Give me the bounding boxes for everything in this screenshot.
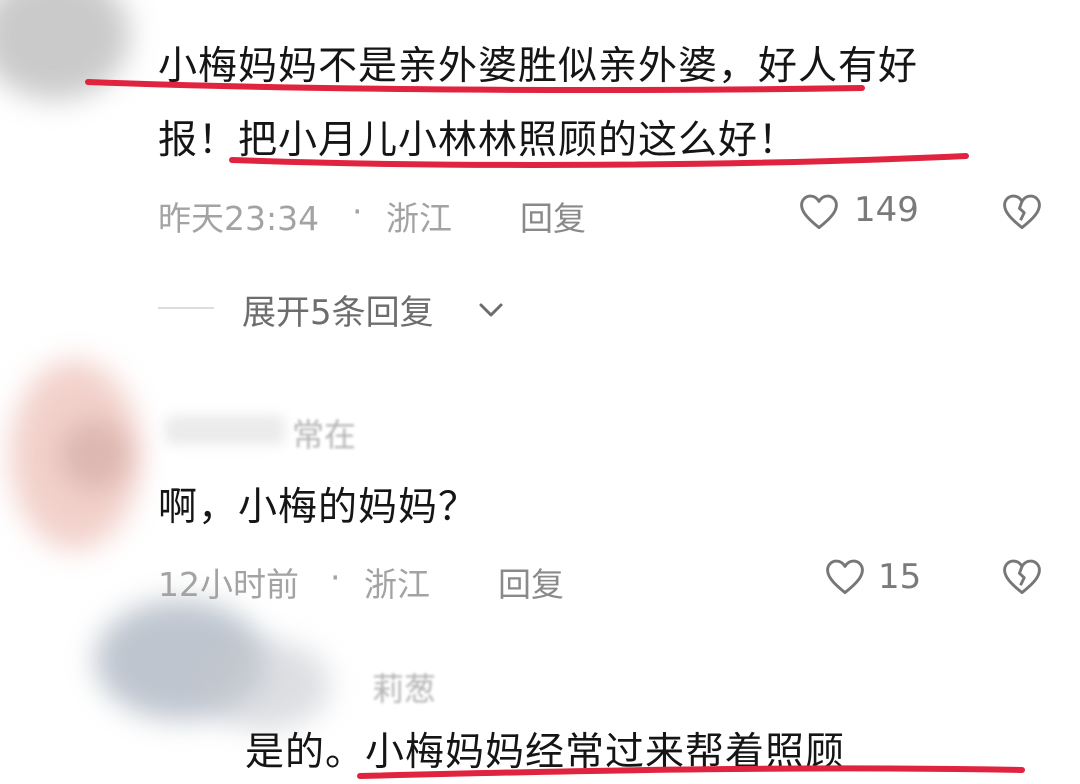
expand-divider bbox=[158, 307, 214, 309]
like-count: 15 bbox=[878, 557, 922, 597]
broken-heart-icon bbox=[1003, 559, 1041, 595]
meta-separator: · bbox=[330, 558, 341, 597]
chevron-down-icon bbox=[479, 303, 503, 317]
comment-location: 浙江 bbox=[386, 199, 452, 238]
comment-time: 12小时前 bbox=[158, 565, 299, 604]
comment-text-line-1: 小梅妈妈不是亲外婆胜似亲外婆，好人有好 bbox=[158, 44, 919, 89]
heart-outline-icon bbox=[826, 559, 864, 595]
expand-replies-label: 展开5条回复 bbox=[242, 293, 434, 333]
reply-button[interactable]: 回复 bbox=[498, 558, 564, 606]
reply-button[interactable]: 回复 bbox=[520, 192, 586, 240]
comment-text-line-2: 报！把小月儿小林林照顾的这么好！ bbox=[158, 118, 799, 163]
comment-time: 昨天23:34 bbox=[158, 199, 320, 238]
username[interactable]: 莉葱 bbox=[372, 664, 436, 710]
like-button[interactable]: 15 bbox=[822, 555, 942, 599]
heart-outline-icon bbox=[800, 194, 838, 230]
like-button[interactable]: 149 bbox=[796, 190, 936, 234]
username[interactable]: 常在 bbox=[292, 410, 356, 456]
dislike-button[interactable] bbox=[998, 190, 1048, 234]
broken-heart-icon bbox=[1003, 194, 1041, 230]
expand-replies-button[interactable]: 展开5条回复 bbox=[242, 285, 522, 333]
meta-separator: · bbox=[352, 192, 363, 231]
avatar[interactable] bbox=[0, 0, 130, 100]
comment-location: 浙江 bbox=[364, 565, 430, 604]
dislike-button[interactable] bbox=[998, 555, 1048, 599]
comment-text: 啊，小梅的妈妈？ bbox=[158, 485, 479, 530]
comment-text: 是的。小梅妈妈经常过来帮着照顾 bbox=[245, 730, 846, 775]
like-count: 149 bbox=[854, 190, 919, 230]
